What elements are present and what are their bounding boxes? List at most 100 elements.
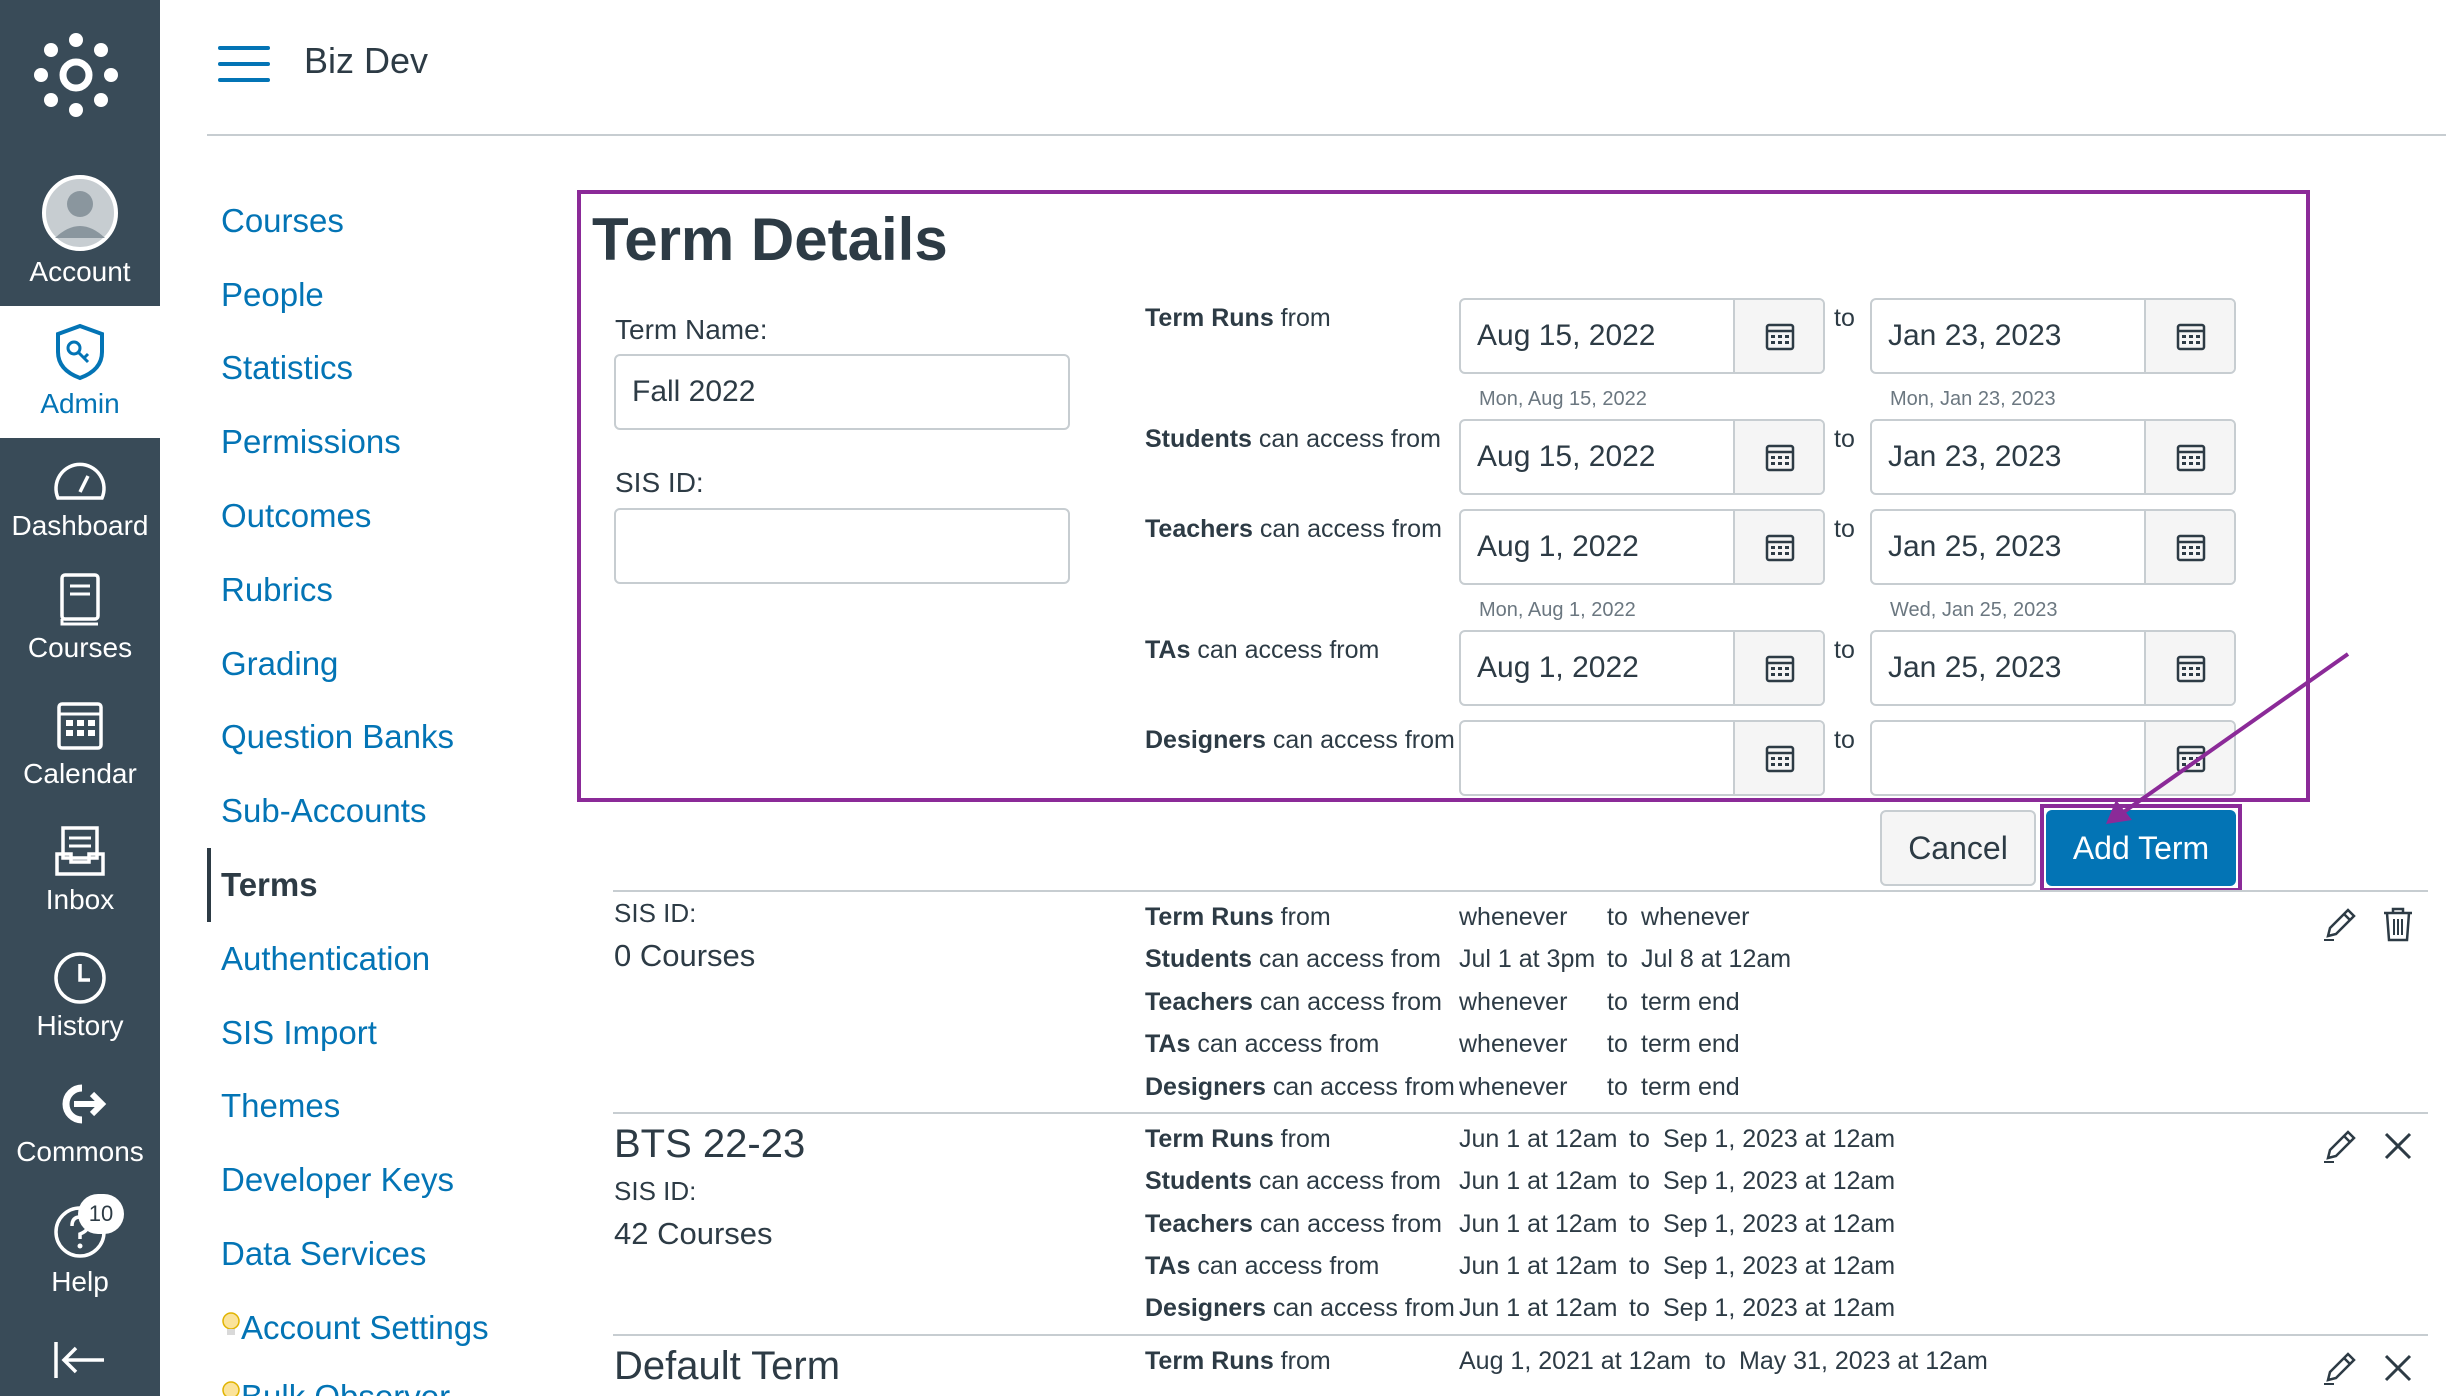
nav-link-question-banks[interactable]: Question Banks — [221, 718, 454, 756]
calendar-picker-button[interactable] — [2144, 511, 2234, 583]
term-row-to: to — [1629, 1294, 1650, 1322]
nav-link-statistics[interactable]: Statistics — [221, 349, 353, 387]
nav-history[interactable]: History — [0, 946, 160, 1066]
clock-icon — [54, 952, 106, 1004]
nav-link-permissions[interactable]: Permissions — [221, 423, 401, 461]
canvas-logo[interactable] — [0, 0, 160, 160]
term-divider — [613, 1112, 2428, 1114]
row-label-bold: Teachers — [1145, 988, 1253, 1016]
nav-courses[interactable]: Courses — [0, 568, 160, 688]
date-value: Aug 1, 2022 — [1477, 651, 1639, 684]
term-row-end: term end — [1641, 1073, 1740, 1101]
term-row-label: Term Runs from — [1145, 1125, 1331, 1154]
row-label-rest: from — [1273, 304, 1331, 332]
students-start-field[interactable]: Aug 15, 2022 — [1459, 419, 1825, 495]
term-row-to: to — [1629, 1125, 1650, 1153]
nav-link-developer-keys[interactable]: Developer Keys — [221, 1161, 454, 1199]
nav-calendar[interactable]: Calendar — [0, 694, 160, 814]
nav-link-terms[interactable]: Terms — [221, 866, 318, 904]
nav-link-sub-accounts[interactable]: Sub-Accounts — [221, 792, 426, 830]
close-icon — [2384, 1354, 2412, 1382]
book-icon — [60, 573, 100, 626]
term-row-start: whenever — [1459, 903, 1568, 931]
calendar-picker-button[interactable] — [1733, 421, 1823, 493]
term-row-end: Sep 1, 2023 at 12am — [1663, 1125, 1896, 1153]
nav-link-themes[interactable]: Themes — [221, 1087, 340, 1125]
term-row-end: Sep 1, 2023 at 12am — [1663, 1167, 1896, 1195]
term-row-start: Jun 1 at 12am — [1459, 1294, 1618, 1322]
calendar-picker-button[interactable] — [1733, 300, 1823, 372]
designers-start-field[interactable] — [1459, 720, 1825, 796]
nav-inbox[interactable]: Inbox — [0, 820, 160, 940]
tas-start-field[interactable]: Aug 1, 2022 — [1459, 630, 1825, 706]
teachers-end-field[interactable]: Jan 25, 2023 — [1870, 509, 2236, 585]
calendar-icon — [2176, 444, 2206, 472]
row-label-rest: can access from — [1265, 1294, 1455, 1322]
nav-link-outcomes[interactable]: Outcomes — [221, 497, 371, 535]
term-row-end: term end — [1641, 1030, 1740, 1058]
teachers-start-field[interactable]: Aug 1, 2022 — [1459, 509, 1825, 585]
term-row-to: to — [1629, 1252, 1650, 1280]
term-divider — [613, 1334, 2428, 1336]
nav-help[interactable]: 10 Help — [0, 1194, 160, 1314]
calendar-icon — [1765, 323, 1795, 351]
delete-term-button[interactable] — [2378, 1348, 2418, 1388]
term-row-start: Jun 1 at 12am — [1459, 1167, 1618, 1195]
term-runs-end-field[interactable]: Jan 23, 2023 — [1870, 298, 2236, 374]
term-runs-label: Term Runs from — [1145, 304, 1331, 333]
nav-link-bulk-observer[interactable]: Bulk Observer — [221, 1378, 450, 1396]
calendar-picker-button[interactable] — [2144, 300, 2234, 372]
term-row-start: Aug 1, 2021 at 12am — [1459, 1347, 1692, 1375]
delete-term-button[interactable] — [2378, 904, 2418, 944]
calendar-icon — [1765, 444, 1795, 472]
nav-link-sis-import[interactable]: SIS Import — [221, 1014, 377, 1052]
row-label-bold: Teachers — [1145, 515, 1253, 543]
nav-admin[interactable]: Admin — [0, 306, 160, 438]
tas-access-label: TAs can access from — [1145, 636, 1379, 665]
edit-term-button[interactable] — [2320, 1126, 2360, 1166]
sis-id-input[interactable] — [614, 508, 1070, 584]
nav-link-rubrics[interactable]: Rubrics — [221, 571, 333, 609]
cancel-button[interactable]: Cancel — [1880, 810, 2036, 886]
nav-dashboard[interactable]: Dashboard — [0, 450, 160, 566]
row-label-rest: can access from — [1252, 1210, 1442, 1238]
nav-label: Inbox — [45, 884, 115, 915]
term-row-label: Students can access from — [1145, 1167, 1441, 1196]
nav-link-account-settings[interactable]: Account Settings — [221, 1309, 489, 1347]
calendar-picker-button[interactable] — [2144, 421, 2234, 493]
nav-link-grading[interactable]: Grading — [221, 645, 338, 683]
nav-link-data-services[interactable]: Data Services — [221, 1235, 426, 1273]
edit-term-button[interactable] — [2320, 1348, 2360, 1388]
nav-commons[interactable]: Commons — [0, 1074, 160, 1194]
nav-account[interactable]: Account — [0, 160, 160, 306]
teachers-access-label: Teachers can access from — [1145, 515, 1442, 544]
edit-term-button[interactable] — [2320, 904, 2360, 944]
nav-label: Help — [51, 1266, 109, 1297]
pencil-icon — [2324, 1352, 2356, 1385]
students-end-field[interactable]: Jan 23, 2023 — [1870, 419, 2236, 495]
term-name-input[interactable] — [614, 354, 1070, 430]
row-label-rest: from — [1273, 1125, 1331, 1153]
date-value: Aug 15, 2022 — [1477, 319, 1656, 352]
nav-link-people[interactable]: People — [221, 276, 324, 314]
term-divider — [613, 890, 2428, 892]
calendar-picker-button[interactable] — [1733, 722, 1823, 794]
calendar-picker-button[interactable] — [1733, 632, 1823, 704]
nav-collapse[interactable] — [0, 1330, 160, 1396]
term-row-end: Jul 8 at 12am — [1641, 945, 1792, 973]
row-label-rest: from — [1273, 903, 1331, 931]
to-label: to — [1834, 425, 1855, 453]
breadcrumb[interactable]: Biz Dev — [304, 40, 428, 82]
commons-icon — [62, 1084, 107, 1124]
delete-term-button[interactable] — [2378, 1126, 2418, 1166]
row-label-rest: can access from — [1252, 515, 1442, 543]
collapse-arrow-icon — [54, 1342, 104, 1378]
term-runs-start-field[interactable]: Aug 15, 2022 — [1459, 298, 1825, 374]
row-label-bold: Students — [1145, 945, 1252, 973]
nav-link-courses[interactable]: Courses — [221, 202, 344, 240]
calendar-icon — [1765, 745, 1795, 773]
calendar-picker-button[interactable] — [1733, 511, 1823, 583]
course-menu-toggle[interactable] — [218, 46, 270, 82]
date-value: Jan 25, 2023 — [1888, 651, 2062, 684]
nav-link-authentication[interactable]: Authentication — [221, 940, 430, 978]
